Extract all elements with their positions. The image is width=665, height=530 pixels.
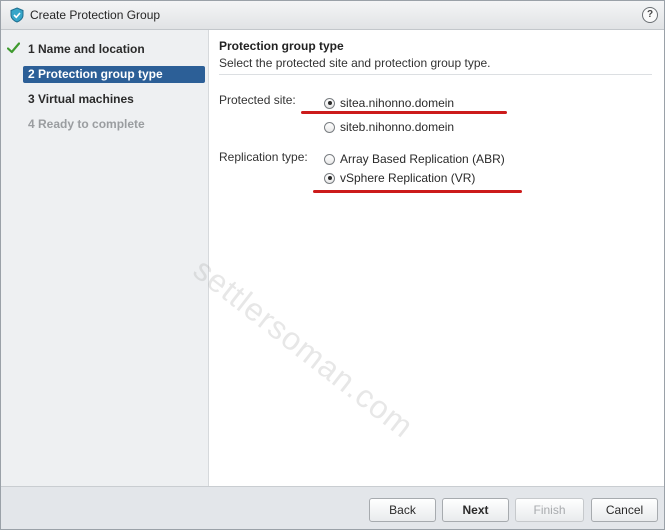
title-bar: Create Protection Group ?	[1, 1, 664, 30]
radio-sitea[interactable]: sitea.nihonno.domein	[324, 96, 454, 110]
radio-label-vr: vSphere Replication (VR)	[340, 171, 476, 185]
replication-type-label: Replication type:	[219, 150, 308, 164]
wizard-content: Protection group type Select the protect…	[209, 30, 664, 486]
wizard-steps: 1 Name and location 2 Protection group t…	[1, 30, 209, 486]
section-divider	[219, 74, 652, 75]
radio-button-checked[interactable]	[324, 97, 335, 109]
finish-button: Finish	[515, 498, 584, 522]
cancel-button[interactable]: Cancel	[591, 498, 658, 522]
radio-label-abr: Array Based Replication (ABR)	[340, 152, 505, 166]
next-button[interactable]: Next	[442, 498, 509, 522]
step-protection-group-type[interactable]: 2 Protection group type	[23, 66, 205, 83]
wizard-footer: Back Next Finish Cancel	[1, 486, 664, 529]
create-protection-group-dialog: Create Protection Group ? 1 Name and loc…	[0, 0, 665, 530]
step-ready-to-complete: 4 Ready to complete	[28, 117, 145, 131]
step-virtual-machines[interactable]: 3 Virtual machines	[23, 91, 205, 108]
checkmark-icon	[7, 42, 20, 54]
radio-abr[interactable]: Array Based Replication (ABR)	[324, 152, 505, 166]
annotation-underline	[313, 190, 522, 193]
section-subtitle: Select the protected site and protection…	[219, 56, 491, 70]
radio-siteb[interactable]: siteb.nihonno.domein	[324, 120, 454, 134]
back-button[interactable]: Back	[369, 498, 436, 522]
radio-button-checked[interactable]	[324, 172, 335, 184]
section-title: Protection group type	[219, 39, 344, 53]
protected-site-label: Protected site:	[219, 93, 296, 107]
radio-vr[interactable]: vSphere Replication (VR)	[324, 171, 475, 185]
radio-label-siteb: siteb.nihonno.domein	[340, 120, 455, 134]
step-name-and-location[interactable]: 1 Name and location	[23, 41, 205, 58]
radio-button-unchecked[interactable]	[324, 121, 335, 133]
radio-button-unchecked[interactable]	[324, 153, 335, 165]
protection-group-icon	[10, 7, 24, 23]
help-icon[interactable]: ?	[642, 7, 658, 23]
radio-label-sitea: sitea.nihonno.domein	[340, 96, 455, 110]
dialog-title: Create Protection Group	[30, 8, 161, 22]
annotation-underline	[301, 111, 507, 114]
